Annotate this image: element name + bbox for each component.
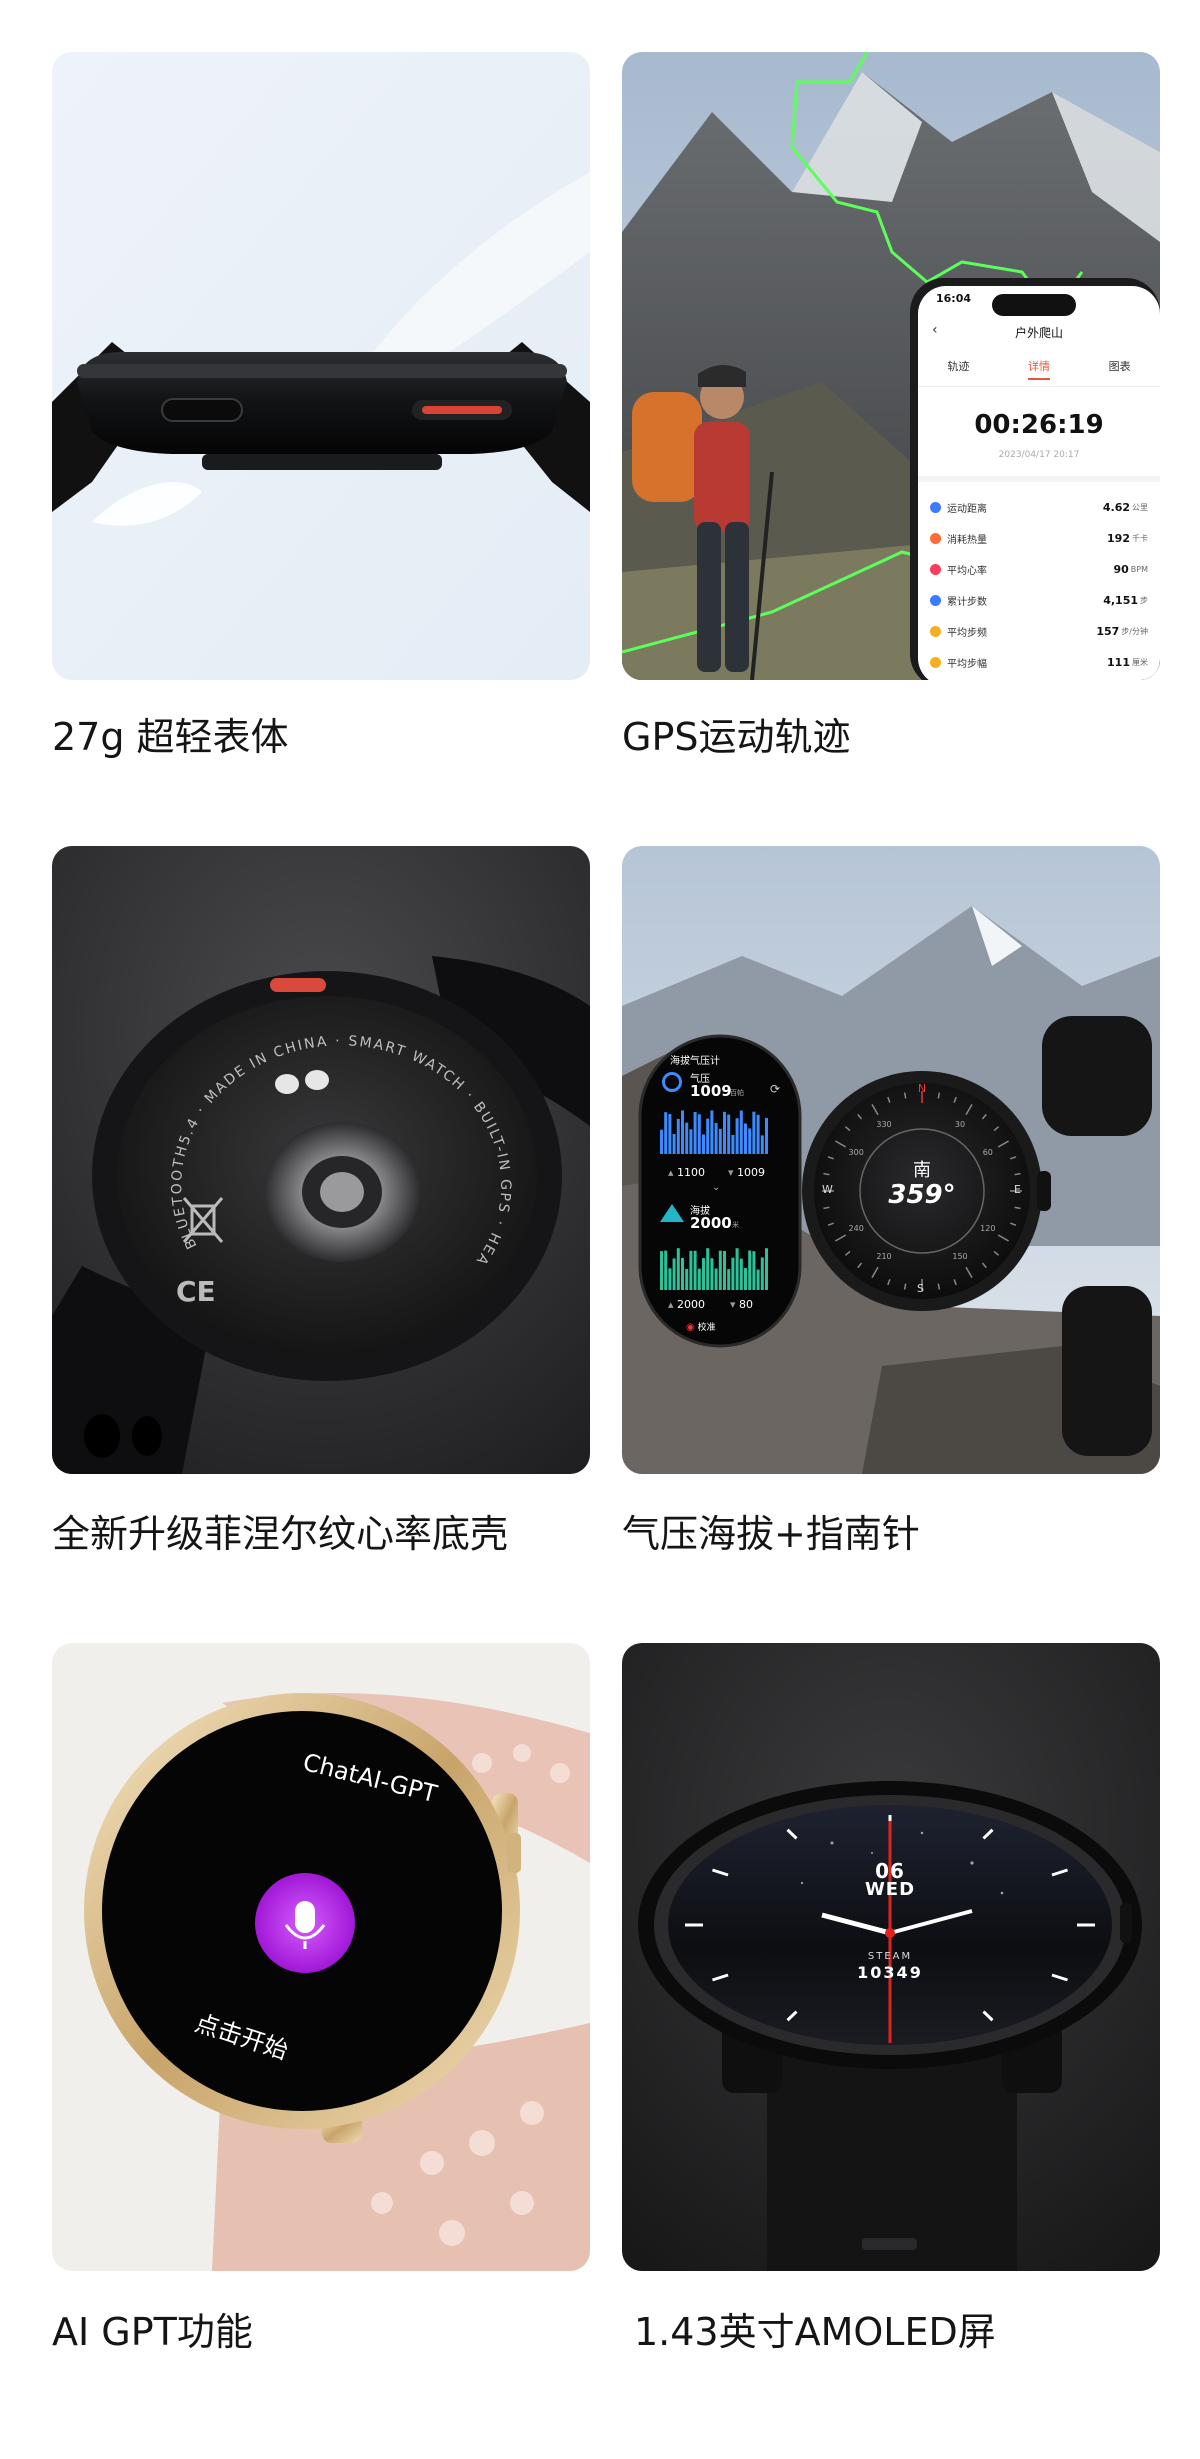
phone-title: 户外爬山	[1014, 326, 1063, 340]
tab-track[interactable]: 轨迹	[947, 358, 969, 380]
stat-value: 192	[1107, 532, 1130, 545]
stat-unit: 千卡	[1132, 534, 1148, 543]
compass-tick	[823, 1172, 830, 1176]
compass-tick	[937, 1092, 941, 1099]
compass-degrees: 359°	[888, 1180, 956, 1210]
watch-steps-label: STEAM	[867, 1951, 913, 1962]
stat-label: 平均步幅	[947, 659, 987, 670]
phone-stat-row: 运动距离 4.62 公里	[918, 492, 1160, 523]
stat-label: 累计步数	[947, 597, 987, 608]
watch-weekday: WED	[864, 1879, 916, 1900]
phone-tabs: 轨迹 详情 图表	[918, 358, 1160, 380]
calibrate-button[interactable]: ◉ 校准	[686, 1320, 716, 1333]
pressure-max: ▴ 1100	[668, 1166, 706, 1179]
compass-tick	[1014, 1172, 1021, 1176]
altitude-mountain-icon	[660, 1204, 684, 1222]
compass-tick	[1014, 1206, 1021, 1210]
stat-icon	[930, 595, 941, 606]
compass-tick	[823, 1206, 830, 1210]
chevron-down-icon: ⌄	[712, 1182, 721, 1193]
lightweight-watch-image	[52, 52, 590, 680]
stat-label: 运动距离	[947, 504, 987, 515]
compass-degree-label: 210	[876, 1251, 892, 1261]
compass-north: N	[917, 1082, 927, 1095]
phone-stats-list: 运动距离 4.62 公里 消耗热量 192 千卡 平均心率 90 BPM 累计步数 4,151 步平均…	[918, 492, 1160, 680]
stat-icon	[930, 626, 941, 637]
stat-icon	[930, 657, 941, 668]
refresh-icon[interactable]: ⟳	[770, 1082, 780, 1096]
altimeter-title: 海拔气压计	[670, 1056, 720, 1067]
caption-amoled: 1.43英寸AMOLED屏	[634, 2310, 996, 2354]
caption-altimeter-compass: 气压海拔+指南针	[622, 1512, 920, 1556]
product-card-gps: 16:04 ‹ 户外爬山 轨迹 详情 图表 00:26:19 2023/04/1…	[622, 52, 1160, 680]
stat-value: 90	[1113, 563, 1129, 576]
stat-label: 消耗热量	[947, 535, 987, 546]
tab-charts[interactable]: 图表	[1109, 358, 1131, 380]
phone-stat-row: 平均心率 90 BPM	[918, 554, 1160, 585]
compass-degree-label: 330	[876, 1120, 892, 1130]
altitude-max: ▴ 2000	[668, 1298, 706, 1311]
pressure-value: 1009	[690, 1082, 732, 1100]
tab-details[interactable]: 详情	[1027, 358, 1050, 380]
compass-degree-label: 240	[848, 1224, 864, 1233]
caption-ai-gpt: AI GPT功能	[52, 2310, 253, 2354]
caption-gps: GPS运动轨迹	[622, 715, 851, 759]
phone-stat-row: 平均步幅 111 厘米	[918, 647, 1160, 678]
product-card-caseback: CE BLUETOOTH5.4 · MADE IN CHINA · SMART …	[52, 846, 590, 1474]
product-card-amoled: 06 WED STEAM 10349	[622, 1643, 1160, 2271]
caseback-image: CE BLUETOOTH5.4 · MADE IN CHINA · SMART …	[52, 846, 590, 1474]
altitude-unit: 米	[732, 1221, 739, 1229]
stat-label: 平均步频	[947, 628, 987, 639]
pressure-min: ▾ 1009	[728, 1166, 766, 1179]
stat-value: 4,151	[1103, 594, 1138, 607]
compass-west: W	[822, 1183, 833, 1196]
stat-unit: 步	[1140, 596, 1148, 605]
pressure-unit: 百帕	[730, 1089, 744, 1097]
phone-screen: 16:04 ‹ 户外爬山 轨迹 详情 图表 00:26:19 2023/04/1…	[918, 286, 1160, 680]
compass-degree-label: 30	[954, 1120, 966, 1130]
product-card-altimeter-compass: 海拔气压计 气压 1009 百帕 ⟳ ▴ 1100 ▾ 1009 ⌄ 海拔 20…	[622, 846, 1160, 1474]
compass-degree-label: 150	[952, 1251, 968, 1261]
altitude-min: ▾ 80	[730, 1298, 754, 1311]
compass-tick	[903, 1283, 907, 1290]
compass-east: E	[1014, 1183, 1021, 1196]
phone-stat-row: 消耗热量 192 千卡	[918, 523, 1160, 554]
phone-duration: 00:26:19	[974, 410, 1104, 440]
phone-stat-row: 平均步频 157 步/分钟	[918, 616, 1160, 647]
product-card-ai-gpt: ChatAI-GPT 点击开始	[52, 1643, 590, 2271]
altitude-value: 2000	[690, 1214, 732, 1232]
stat-label: 平均心率	[947, 566, 987, 577]
stat-icon	[930, 533, 941, 544]
pressure-gauge-icon	[662, 1072, 682, 1092]
ce-mark: CE	[176, 1275, 216, 1308]
compass-degree-label: 300	[848, 1148, 864, 1157]
product-card-lightweight	[52, 52, 590, 680]
caption-lightweight: 27g 超轻表体	[52, 715, 289, 759]
stat-unit: 步/分钟	[1121, 627, 1148, 636]
compass-south: S	[917, 1282, 924, 1295]
phone-status-time: 16:04	[936, 292, 972, 305]
compass-direction: 南	[913, 1160, 931, 1181]
watch-steps-value: 10349	[857, 1963, 923, 1982]
compass-tick	[937, 1283, 941, 1290]
phone-stat-row: 累计步数 4,151 步	[918, 585, 1160, 616]
phone-stat-row: 平均速度10.5公里/小时	[918, 678, 1160, 680]
compass-tick	[903, 1092, 907, 1099]
phone-date: 2023/04/17 20:17	[998, 450, 1080, 460]
stat-value: 157	[1096, 625, 1120, 638]
stat-icon	[930, 502, 941, 513]
stat-icon	[930, 564, 941, 575]
stat-unit: 公里	[1132, 503, 1148, 512]
stat-value: 111	[1107, 656, 1130, 669]
ai-gpt-watch-image	[52, 1643, 590, 2271]
compass-degree-label: 120	[980, 1224, 996, 1233]
caption-caseback: 全新升级菲涅尔纹心率底壳	[52, 1512, 509, 1556]
altimeter-screen: 海拔气压计 气压 1009 百帕 ⟳ ▴ 1100 ▾ 1009 ⌄ 海拔 20…	[640, 1036, 800, 1346]
compass-degree-label: 60	[982, 1148, 993, 1157]
stat-unit: 厘米	[1132, 658, 1148, 667]
stat-unit: BPM	[1130, 565, 1148, 574]
stat-value: 4.62	[1102, 501, 1130, 514]
